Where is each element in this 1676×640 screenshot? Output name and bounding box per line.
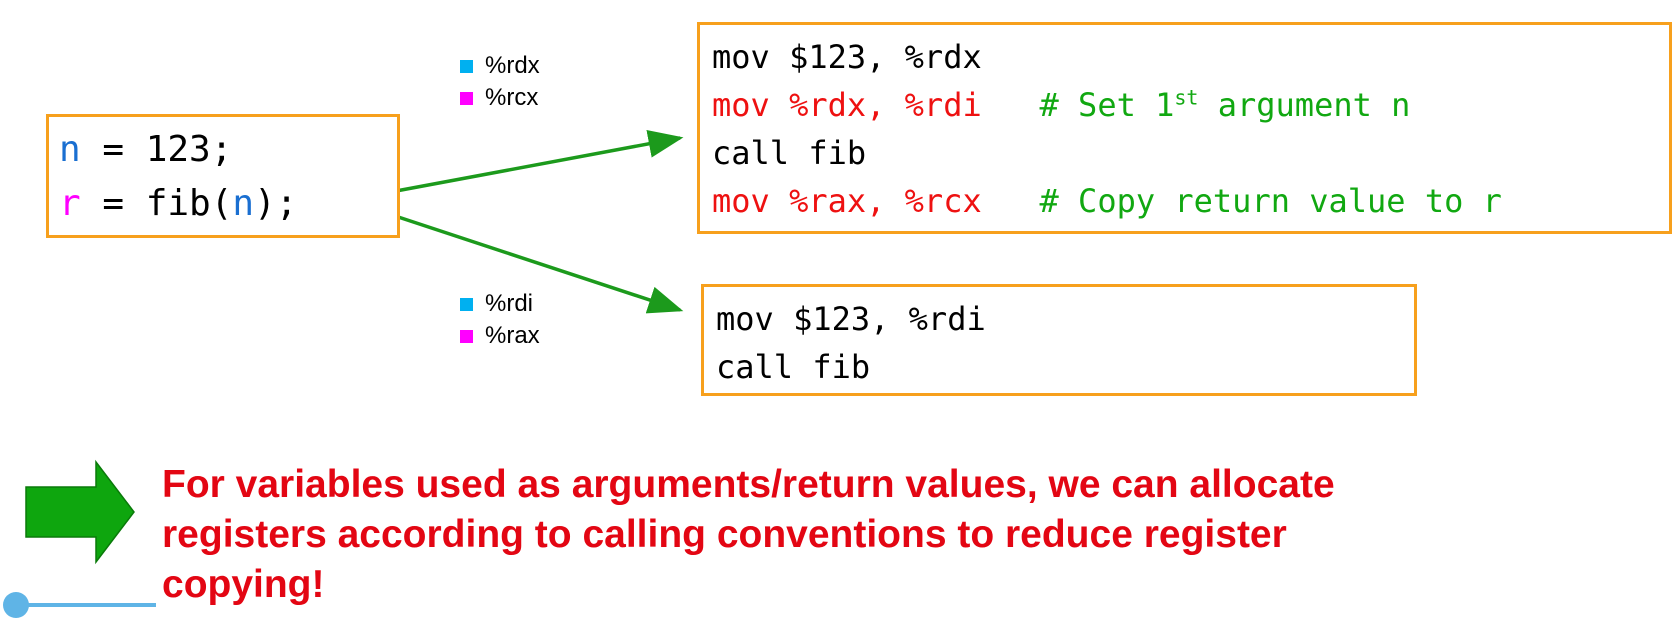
source-line-1-rest: = 123; (80, 129, 233, 170)
source-code-box: n = 123; r = fib(n); (46, 114, 400, 238)
magenta-square-icon (460, 91, 473, 105)
legend-label: %rdi (485, 290, 534, 317)
asm-line-4-comment: # Copy return value to r (1039, 182, 1502, 220)
conclusion-line-2: registers according to calling conventio… (162, 513, 1287, 556)
legend-item-rcx: %rcx (460, 82, 540, 114)
timeline-dot-icon (3, 592, 29, 618)
asm-line-1: mov $123, %rdx (712, 38, 982, 76)
asm-line-2: mov %rdx, %rdi # Set 1st argument n (712, 81, 1669, 129)
comment-text: argument n (1198, 86, 1411, 124)
legend-item-rdx: %rdx (460, 50, 540, 82)
asm-line-4: mov %rax, %rcx # Copy return value to r (712, 177, 1669, 225)
asm-line-3: call fib (712, 134, 867, 172)
var-n: n (59, 129, 81, 170)
cyan-square-icon (460, 297, 473, 311)
comment-superscript: st (1174, 85, 1199, 110)
cyan-square-icon (460, 59, 473, 73)
naive-asm-box: mov $123, %rdx mov %rdx, %rdi # Set 1st … (697, 22, 1672, 234)
asm-line-2-code: mov %rdx, %rdi (712, 86, 982, 124)
register-legend-top: %rdx %rcx (460, 50, 540, 114)
arrow-to-naive-asm (379, 130, 684, 196)
arg-n: n (232, 183, 255, 224)
conclusion-line-1: For variables used as arguments/return v… (162, 463, 1335, 506)
legend-item-rax: %rax (460, 320, 540, 352)
var-r: r (59, 183, 81, 224)
legend-item-rdi: %rdi (460, 288, 540, 320)
legend-label: %rcx (485, 84, 539, 111)
opt-asm-line-1: mov $123, %rdi (716, 300, 986, 338)
legend-label: %rdx (485, 52, 540, 79)
asm-line-4-code: mov %rax, %rcx (712, 182, 982, 220)
legend-label: %rax (485, 322, 540, 349)
comment-text: # Set 1 (1039, 86, 1175, 124)
big-green-arrow-icon (25, 459, 135, 565)
conclusion-line-3: copying! (162, 563, 325, 606)
conclusion-text: For variables used as arguments/return v… (162, 460, 1602, 610)
magenta-square-icon (460, 329, 473, 343)
opt-asm-line-2: call fib (716, 348, 871, 386)
source-line-2-end: ); (254, 183, 298, 224)
source-line-2: r = fib(n); (59, 177, 397, 231)
register-legend-bottom: %rdi %rax (460, 288, 540, 352)
source-line-2-mid: = fib( (80, 183, 233, 224)
optimized-asm-box: mov $123, %rdi call fib (701, 284, 1417, 396)
source-line-1: n = 123; (59, 123, 397, 177)
asm-line-2-comment: # Set 1st argument n (1040, 86, 1411, 124)
